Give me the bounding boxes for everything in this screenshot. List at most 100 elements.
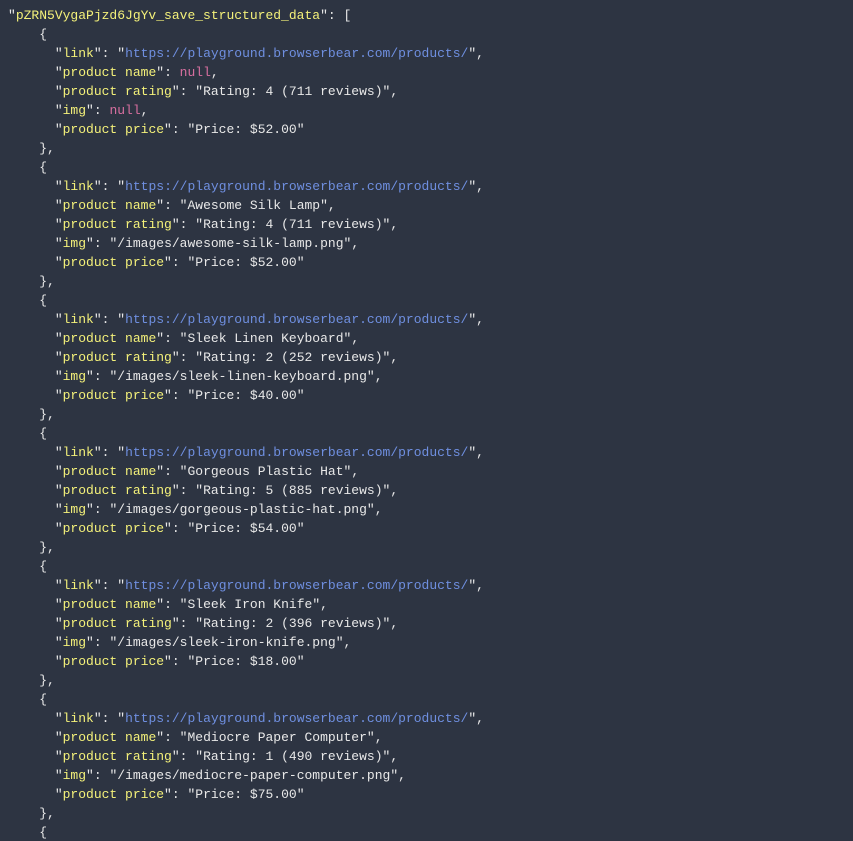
- key-product-rating: product rating: [63, 217, 172, 232]
- quote: ": [55, 65, 63, 80]
- quote: ": [164, 388, 172, 403]
- quote: ": [55, 236, 63, 251]
- quote: ": [55, 46, 63, 61]
- code-line: "img": null,: [8, 101, 845, 120]
- key-product-name: product name: [63, 597, 157, 612]
- brace-close: },: [8, 540, 55, 555]
- code-line: "product rating": "Rating: 2 (252 review…: [8, 348, 845, 367]
- punct: : [: [328, 8, 351, 23]
- code-line: "product name": "Awesome Silk Lamp",: [8, 196, 845, 215]
- quote: ": [367, 730, 375, 745]
- quote: ": [117, 445, 125, 460]
- code-line: "pZRN5VygaPjzd6JgYv_save_structured_data…: [8, 6, 845, 25]
- brace-close: },: [8, 806, 55, 821]
- code-line: "product rating": "Rating: 1 (490 review…: [8, 747, 845, 766]
- key-link: link: [63, 179, 94, 194]
- code-line: "product name": "Sleek Linen Keyboard",: [8, 329, 845, 348]
- code-line: "img": "/images/mediocre-paper-computer.…: [8, 766, 845, 785]
- brace-open: {: [8, 293, 47, 308]
- value-product-name: Gorgeous Plastic Hat: [187, 464, 343, 479]
- quote: ": [55, 502, 63, 517]
- comma: ,: [476, 46, 484, 61]
- value-product-price: Price: $18.00: [195, 654, 296, 669]
- value-link[interactable]: https://playground.browserbear.com/produ…: [125, 445, 468, 460]
- code-line: },: [8, 538, 845, 557]
- code-line: "product price": "Price: $52.00": [8, 253, 845, 272]
- json-code-block: " pZRN5VygaPjzd6JgYv_save_structured_data…: [0, 0, 853, 841]
- quote: ": [172, 217, 180, 232]
- quote: ": [55, 464, 63, 479]
- quote: ": [55, 388, 63, 403]
- quote: ": [55, 597, 63, 612]
- indent: [8, 635, 55, 650]
- quote: ": [468, 312, 476, 327]
- value-link[interactable]: https://playground.browserbear.com/produ…: [125, 179, 468, 194]
- indent: [8, 65, 55, 80]
- code-line: },: [8, 139, 845, 158]
- comma: ,: [390, 84, 398, 99]
- code-line: "product name": null,: [8, 63, 845, 82]
- value-img: /images/gorgeous-plastic-hat.png: [117, 502, 367, 517]
- indent: [8, 464, 55, 479]
- comma: ,: [390, 217, 398, 232]
- comma: ,: [141, 103, 149, 118]
- colon: :: [172, 787, 188, 802]
- quote: ": [172, 483, 180, 498]
- value-link[interactable]: https://playground.browserbear.com/produ…: [125, 578, 468, 593]
- code-line: "product name": "Sleek Iron Knife",: [8, 595, 845, 614]
- quote: ": [468, 711, 476, 726]
- value-link[interactable]: https://playground.browserbear.com/produ…: [125, 711, 468, 726]
- colon: :: [180, 483, 196, 498]
- code-line: {: [8, 25, 845, 44]
- colon: :: [102, 578, 118, 593]
- quote: ": [164, 255, 172, 270]
- indent: [8, 616, 55, 631]
- colon: :: [172, 255, 188, 270]
- indent: [8, 312, 55, 327]
- comma: ,: [351, 236, 359, 251]
- colon: :: [102, 445, 118, 460]
- value-link[interactable]: https://playground.browserbear.com/produ…: [125, 46, 468, 61]
- comma: ,: [476, 711, 484, 726]
- key-product-name: product name: [63, 464, 157, 479]
- comma: ,: [351, 464, 359, 479]
- code-line: "link": "https://playground.browserbear.…: [8, 44, 845, 63]
- colon: :: [180, 217, 196, 232]
- indent: [8, 46, 55, 61]
- indent: [8, 84, 55, 99]
- quote: ": [336, 635, 344, 650]
- brace-open: {: [8, 160, 47, 175]
- key-product-rating: product rating: [63, 483, 172, 498]
- quote: ": [468, 179, 476, 194]
- value-img: /images/mediocre-paper-computer.png: [117, 768, 390, 783]
- quote: ": [156, 198, 164, 213]
- indent: [8, 350, 55, 365]
- key-product-name: product name: [63, 198, 157, 213]
- brace-close: },: [8, 407, 55, 422]
- colon: :: [172, 521, 188, 536]
- quote: ": [55, 730, 63, 745]
- quote: ": [86, 369, 94, 384]
- colon: :: [172, 654, 188, 669]
- value-product-rating: Rating: 2 (252 reviews): [203, 350, 382, 365]
- key-img: img: [63, 768, 86, 783]
- indent: [8, 654, 55, 669]
- colon: :: [94, 103, 110, 118]
- root-key: pZRN5VygaPjzd6JgYv_save_structured_data: [16, 8, 320, 23]
- indent: [8, 521, 55, 536]
- code-line: },: [8, 671, 845, 690]
- colon: :: [180, 749, 196, 764]
- quote: ": [55, 217, 63, 232]
- comma: ,: [390, 350, 398, 365]
- key-img: img: [63, 635, 86, 650]
- key-product-price: product price: [63, 388, 164, 403]
- value-link[interactable]: https://playground.browserbear.com/produ…: [125, 312, 468, 327]
- value-product-rating: Rating: 1 (490 reviews): [203, 749, 382, 764]
- quote: ": [55, 445, 63, 460]
- quote: ": [297, 521, 305, 536]
- quote: ": [297, 388, 305, 403]
- quote: ": [172, 350, 180, 365]
- brace-open: {: [8, 426, 47, 441]
- comma: ,: [375, 730, 383, 745]
- value-img: /images/sleek-linen-keyboard.png: [117, 369, 367, 384]
